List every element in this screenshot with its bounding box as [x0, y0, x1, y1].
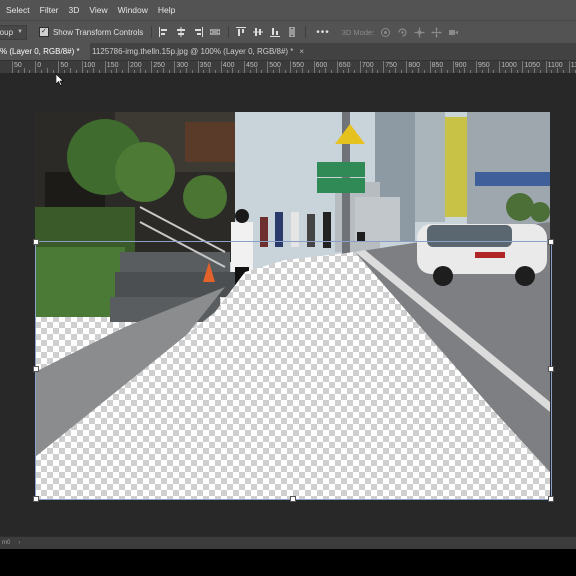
- chevron-right-icon[interactable]: ›: [18, 540, 20, 546]
- ruler-tick: [12, 61, 13, 73]
- ruler-tick: [151, 61, 153, 73]
- ruler-label: 50: [14, 62, 22, 69]
- ruler-tick: [383, 61, 385, 73]
- align-horizontal-centers-icon[interactable]: [176, 27, 186, 37]
- ruler-label: 1100: [547, 62, 563, 69]
- ruler-tick: [197, 61, 199, 73]
- status-text: m0: [2, 540, 11, 546]
- screen-bottom-bezel: [0, 549, 576, 576]
- ruler-tick: [476, 61, 477, 73]
- menu-item-window[interactable]: Window: [113, 5, 153, 15]
- ruler-tick: [313, 61, 315, 73]
- distribute-vertical-icon[interactable]: [287, 27, 297, 37]
- ruler-tick: [244, 61, 245, 73]
- menu-item-select[interactable]: Select: [0, 5, 35, 15]
- ruler-tick: [429, 61, 431, 73]
- options-bar: roup ▼ ✓ Show Transform Controls ••• 3D …: [0, 20, 576, 44]
- divider: [305, 26, 307, 38]
- align-right-edges-icon[interactable]: [193, 27, 204, 37]
- align-top-edges-icon[interactable]: [236, 27, 247, 37]
- tab-active-title: % (Layer 0, RGB/8#) *: [0, 47, 80, 56]
- ruler-label: 1000: [501, 62, 517, 69]
- tab-image-document[interactable]: 1125786-img.thelln.15p.jpg @ 100% (Layer…: [92, 43, 304, 60]
- align-bottom-edges-icon[interactable]: [270, 27, 281, 37]
- ruler-tick: [290, 61, 292, 73]
- auto-select-group-value: roup: [0, 27, 14, 37]
- deleted-sidewalk-region: [35, 252, 550, 499]
- show-transform-controls-checkbox[interactable]: ✓: [38, 27, 49, 37]
- ruler-tick: [452, 61, 454, 73]
- mouse-cursor-icon: [56, 74, 64, 86]
- pan-3d-icon[interactable]: [414, 27, 425, 38]
- more-options-icon[interactable]: •••: [316, 27, 330, 38]
- menu-item-filter[interactable]: Filter: [35, 5, 64, 15]
- slide-3d-icon[interactable]: [431, 27, 442, 38]
- divider: [228, 26, 230, 38]
- canvas-area[interactable]: [0, 73, 576, 536]
- tab-active-document[interactable]: % (Layer 0, RGB/8#) *: [0, 43, 90, 60]
- auto-select-group-dropdown[interactable]: roup ▼: [0, 24, 27, 40]
- ruler-tick: [545, 61, 547, 73]
- ruler-tick: [174, 61, 176, 73]
- scale-3d-camera-icon[interactable]: [448, 27, 459, 38]
- ruler-label: 50: [60, 62, 69, 69]
- tab-inactive-title: 1125786-img.thelln.15p.jpg @ 100% (Layer…: [92, 47, 294, 56]
- ruler-tick: [267, 61, 269, 73]
- ruler-tick: [568, 61, 570, 73]
- ruler-label: 1050: [524, 62, 540, 69]
- ruler-label: 0: [37, 62, 42, 69]
- orbit-3d-icon[interactable]: [380, 27, 391, 38]
- ruler-tick: [104, 61, 106, 73]
- align-vertical-centers-icon[interactable]: [253, 27, 264, 37]
- menu-item-help[interactable]: Help: [153, 5, 180, 15]
- ruler-tick: [220, 61, 222, 73]
- ruler-tick: [522, 61, 524, 73]
- ruler-tick: [499, 61, 501, 73]
- ruler-tick: [58, 61, 60, 73]
- distribute-icon[interactable]: [210, 27, 221, 37]
- menu-bar: Select Filter 3D View Window Help: [0, 0, 576, 20]
- ruler-tick: [128, 61, 129, 73]
- ruler-label: 1150: [570, 62, 576, 69]
- document-tab-bar: % (Layer 0, RGB/8#) * 1125786-img.thelln…: [0, 43, 576, 61]
- document-canvas[interactable]: [35, 112, 550, 499]
- ruler-tick: [406, 61, 408, 73]
- divider: [151, 26, 153, 38]
- menu-item-3d[interactable]: 3D: [64, 5, 85, 15]
- show-transform-controls-label: Show Transform Controls: [52, 27, 144, 37]
- ruler-tick: [81, 61, 83, 73]
- menu-item-view[interactable]: View: [84, 5, 112, 15]
- ruler-tick: [35, 61, 37, 73]
- status-bar: m0 ›: [0, 536, 576, 549]
- chevron-down-icon: ▼: [17, 29, 23, 35]
- close-icon[interactable]: ×: [299, 47, 304, 56]
- 3d-mode-label: 3D Mode:: [341, 27, 375, 37]
- ruler-tick: [336, 61, 338, 73]
- align-left-edges-icon[interactable]: [159, 27, 169, 37]
- roll-3d-icon[interactable]: [397, 27, 408, 38]
- ruler-tick: [360, 61, 361, 73]
